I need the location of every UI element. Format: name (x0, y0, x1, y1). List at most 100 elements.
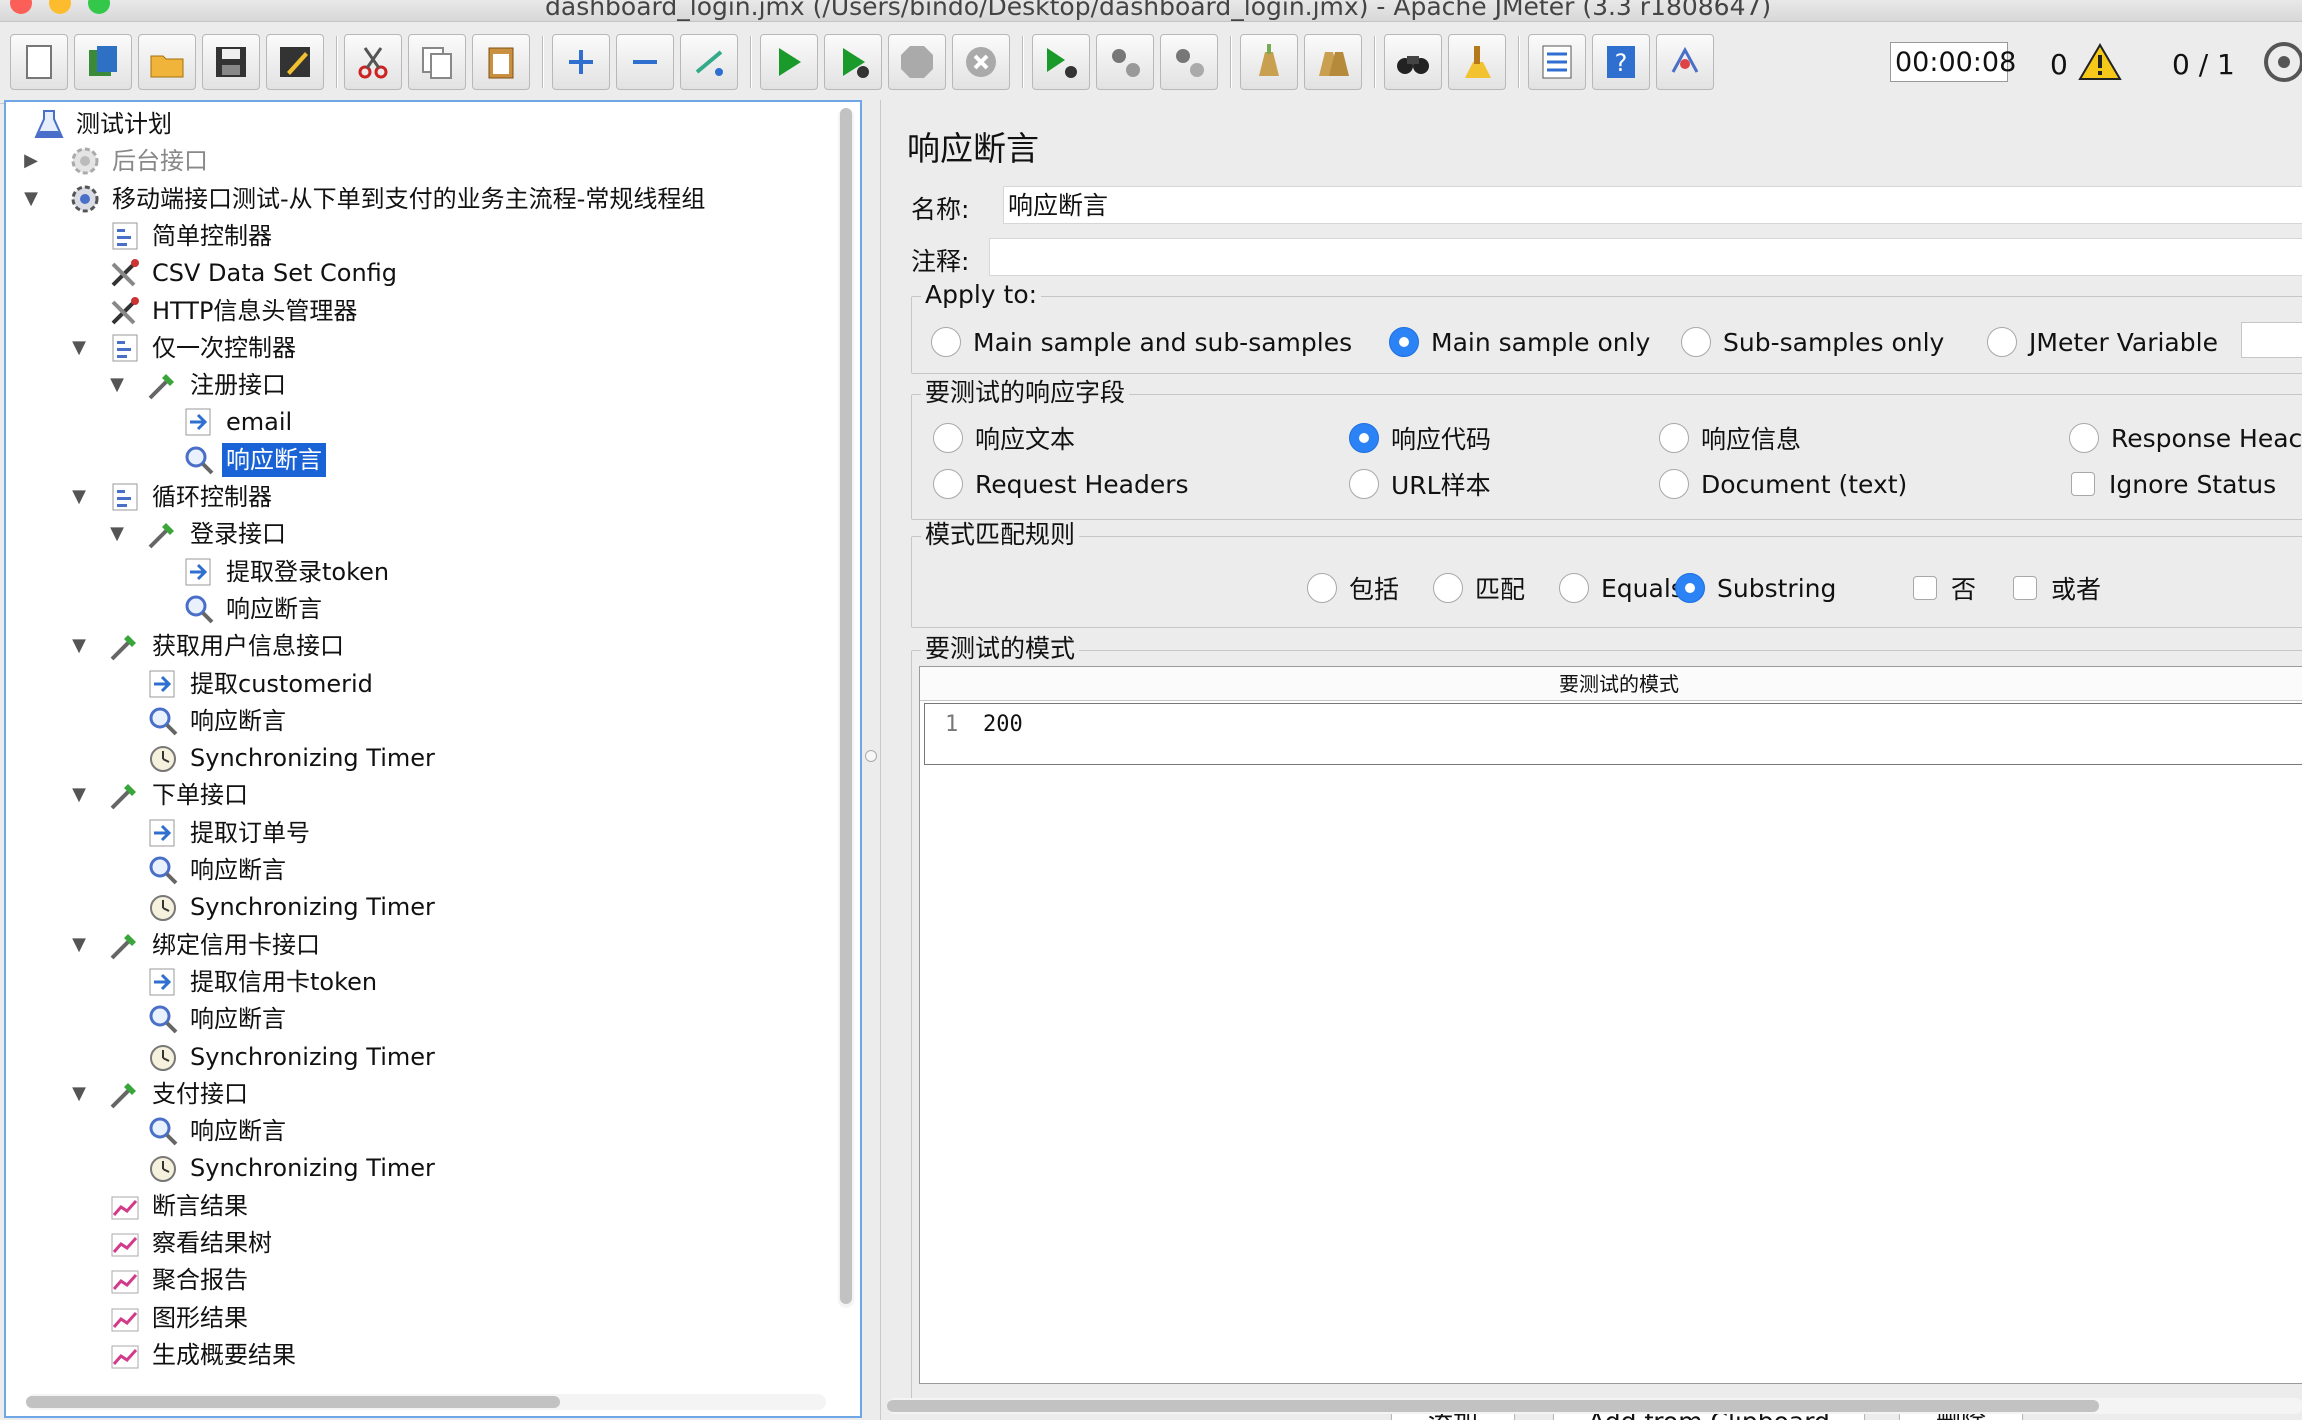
rule-equals-radio[interactable]: Equals (1559, 570, 1684, 606)
field-request-headers-radio[interactable]: Request Headers (933, 466, 1189, 502)
field-response-text-radio[interactable]: 响应文本 (933, 420, 1075, 456)
function-helper-button[interactable] (1528, 34, 1586, 90)
tree-vertical-scroll-thumb[interactable] (840, 108, 852, 1304)
panel-horizontal-scroll-thumb[interactable] (887, 1400, 2099, 1412)
stop-button[interactable] (888, 34, 946, 90)
tree-collapsed-toggle[interactable]: ▶ (20, 150, 42, 172)
tree-node[interactable]: 响应断言 (180, 442, 326, 478)
remote-start-button[interactable] (1032, 34, 1090, 90)
start-no-pause-button[interactable] (824, 34, 882, 90)
tree-node[interactable]: 生成概要结果 (106, 1337, 300, 1373)
tree-node[interactable]: 注册接口 (144, 367, 290, 403)
tree-node[interactable]: 仅一次控制器 (106, 330, 300, 366)
search-button[interactable] (1384, 34, 1442, 90)
tree-node[interactable]: 移动端接口测试-从下单到支付的业务主流程-常规线程组 (66, 181, 709, 217)
apply-main-only-radio[interactable]: Main sample only (1389, 324, 1650, 360)
tree-expanded-toggle[interactable]: ▼ (68, 934, 90, 956)
tree-expanded-toggle[interactable]: ▼ (68, 337, 90, 359)
tree-expanded-toggle[interactable]: ▼ (68, 486, 90, 508)
apply-jmeter-variable-radio[interactable]: JMeter Variable (1987, 324, 2218, 360)
tree-node[interactable]: 图形结果 (106, 1300, 252, 1336)
shutdown-button[interactable] (952, 34, 1010, 90)
tree-node[interactable]: 绑定信用卡接口 (106, 927, 324, 963)
help-button[interactable]: ? (1592, 34, 1650, 90)
reset-search-button[interactable] (1448, 34, 1506, 90)
tree-node[interactable]: HTTP信息头管理器 (106, 293, 361, 329)
tree-node[interactable]: 下单接口 (106, 777, 252, 813)
save-button[interactable] (202, 34, 260, 90)
ignore-status-checkbox[interactable]: Ignore Status (2071, 466, 2276, 502)
tree-node[interactable]: 支付接口 (106, 1076, 252, 1112)
tree-node[interactable]: email (180, 404, 296, 440)
tree-vertical-scrollbar[interactable] (838, 108, 854, 1308)
tree-node[interactable]: 响应断言 (144, 852, 290, 888)
rule-substring-radio[interactable]: Substring (1675, 570, 1836, 606)
logger-button[interactable] (1656, 34, 1714, 90)
start-button[interactable] (760, 34, 818, 90)
tree-node[interactable]: 测试计划 (30, 106, 176, 142)
templates-button[interactable] (74, 34, 132, 90)
tree-node[interactable]: Synchronizing Timer (144, 889, 439, 925)
new-button[interactable] (10, 34, 68, 90)
field-document-text-radio[interactable]: Document (text) (1659, 466, 1907, 502)
remote-stop-button[interactable] (1096, 34, 1154, 90)
name-input[interactable]: 响应断言 (1003, 186, 2302, 224)
field-response-headers-radio[interactable]: Response Heac (2069, 420, 2302, 456)
cut-button[interactable] (344, 34, 402, 90)
tree-node[interactable]: 提取信用卡token (144, 964, 381, 1000)
collapse-all-button[interactable] (616, 34, 674, 90)
field-url-sample-radio[interactable]: URL样本 (1349, 466, 1491, 502)
tree-expanded-toggle[interactable]: ▼ (68, 784, 90, 806)
expand-all-button[interactable] (552, 34, 610, 90)
apply-main-and-sub-radio[interactable]: Main sample and sub-samples (931, 324, 1352, 360)
tree-node[interactable]: Synchronizing Timer (144, 740, 439, 776)
rule-or-checkbox[interactable]: 或者 (2013, 570, 2101, 606)
apply-sub-only-radio[interactable]: Sub-samples only (1681, 324, 1944, 360)
pane-splitter[interactable] (862, 100, 880, 1420)
tree-expanded-toggle[interactable]: ▼ (68, 635, 90, 657)
tree-node[interactable]: 响应断言 (144, 1001, 290, 1037)
tree-node[interactable]: 察看结果树 (106, 1225, 276, 1261)
rule-matches-radio[interactable]: 匹配 (1433, 570, 1525, 606)
tree-expanded-toggle[interactable]: ▼ (106, 374, 128, 396)
toggle-button[interactable] (680, 34, 738, 90)
tree-node[interactable]: 响应断言 (144, 1113, 290, 1149)
comment-input[interactable] (989, 238, 2302, 276)
tree-node[interactable]: 响应断言 (144, 703, 290, 739)
splitter-handle[interactable] (865, 750, 877, 762)
pattern-text[interactable]: 200 (983, 712, 1023, 737)
tree-horizontal-scroll-thumb[interactable] (26, 1396, 560, 1408)
clear-button[interactable] (1240, 34, 1298, 90)
save-as-button[interactable] (266, 34, 324, 90)
paste-button[interactable] (472, 34, 530, 90)
rule-not-checkbox[interactable]: 否 (1913, 570, 1976, 606)
tree-node[interactable]: 提取订单号 (144, 815, 314, 851)
clear-all-button[interactable] (1304, 34, 1362, 90)
panel-horizontal-scrollbar[interactable] (887, 1398, 2302, 1414)
tree-node[interactable]: CSV Data Set Config (106, 255, 401, 291)
open-button[interactable] (138, 34, 196, 90)
test-plan-tree[interactable]: 测试计划 ▶ 后台接口 ▼ 移动端接口测试-从下单到支付的业务主流程-常规线程组 简单控制… (6, 102, 836, 1392)
remote-shutdown-button[interactable] (1160, 34, 1218, 90)
copy-button[interactable] (408, 34, 466, 90)
zoom-window-button[interactable] (88, 0, 110, 14)
rule-contains-radio[interactable]: 包括 (1307, 570, 1399, 606)
close-window-button[interactable] (10, 0, 32, 14)
tree-node[interactable]: 获取用户信息接口 (106, 628, 348, 664)
tree-node[interactable]: 响应断言 (180, 591, 326, 627)
field-response-message-radio[interactable]: 响应信息 (1659, 420, 1801, 456)
tree-node[interactable]: 聚合报告 (106, 1262, 252, 1298)
tree-node[interactable]: 登录接口 (144, 516, 290, 552)
tree-horizontal-scrollbar[interactable] (26, 1394, 826, 1410)
tree-node[interactable]: 循环控制器 (106, 479, 276, 515)
global-settings-icon[interactable] (2262, 40, 2302, 84)
jmeter-variable-input[interactable] (2241, 322, 2302, 358)
minimize-window-button[interactable] (49, 0, 71, 14)
field-response-code-radio[interactable]: 响应代码 (1349, 420, 1491, 456)
tree-node[interactable]: 后台接口 (66, 143, 212, 179)
patterns-table[interactable]: 要测试的模式 1 200 (919, 666, 2302, 1384)
tree-expanded-toggle[interactable]: ▼ (68, 1083, 90, 1105)
tree-node[interactable]: Synchronizing Timer (144, 1039, 439, 1075)
tree-node[interactable]: 简单控制器 (106, 218, 276, 254)
tree-expanded-toggle[interactable]: ▼ (20, 188, 42, 210)
